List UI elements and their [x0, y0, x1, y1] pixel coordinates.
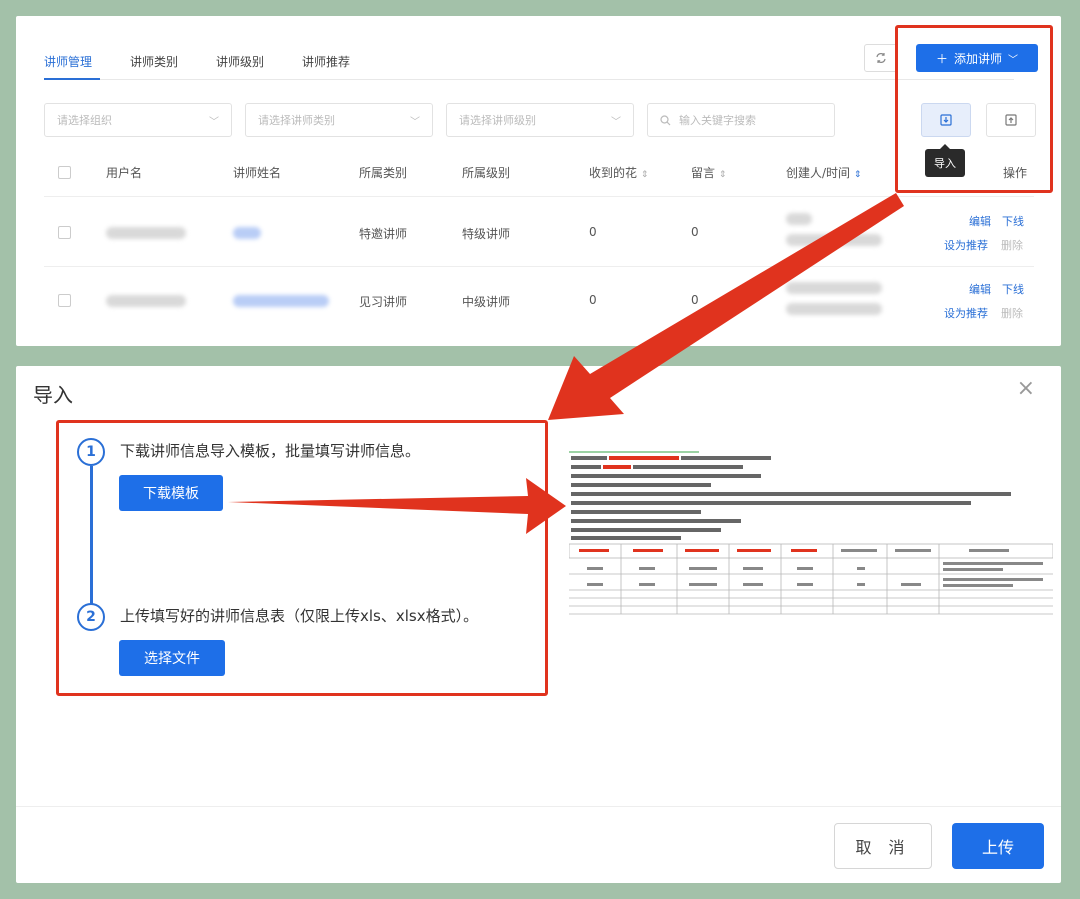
- upload-button[interactable]: 上传: [952, 823, 1044, 869]
- flowers-cell: 0: [589, 225, 597, 239]
- download-template-button[interactable]: 下载模板: [119, 475, 223, 511]
- search-input[interactable]: 输入关键字搜索: [647, 103, 835, 137]
- lecturer-name-link[interactable]: [233, 227, 261, 239]
- level-cell: 中级讲师: [462, 295, 511, 309]
- tab-lecturer-category[interactable]: 讲师类别: [130, 53, 178, 78]
- time-redacted: [786, 234, 882, 246]
- tab-active-indicator: [44, 78, 100, 80]
- chevron-down-icon: ﹀: [209, 116, 219, 128]
- sort-icon: ⇕: [853, 170, 862, 180]
- step-2-badge: 2: [77, 603, 105, 631]
- messages-cell: 0: [691, 293, 699, 307]
- offline-link[interactable]: 下线: [1002, 213, 1024, 229]
- set-recommend-link[interactable]: 设为推荐: [944, 237, 988, 253]
- search-icon: [660, 114, 671, 125]
- header-creator-time[interactable]: 创建人/时间 ⇕: [786, 164, 861, 181]
- tab-bar: 讲师管理 讲师类别 讲师级别 讲师推荐: [44, 53, 388, 78]
- set-recommend-link[interactable]: 设为推荐: [944, 305, 988, 321]
- header-username: 用户名: [106, 166, 143, 180]
- header-messages[interactable]: 留言 ⇕: [691, 164, 726, 181]
- select-all-checkbox[interactable]: [58, 166, 71, 179]
- sort-icon: ⇕: [640, 170, 649, 180]
- flowers-cell: 0: [589, 293, 597, 307]
- step-1-badge: 1: [77, 438, 105, 466]
- step-connector: [90, 466, 93, 604]
- category-cell: 见习讲师: [359, 295, 408, 309]
- lecturer-name-link[interactable]: [233, 295, 329, 307]
- creator-redacted: [786, 213, 812, 225]
- org-select-placeholder: 请选择组织: [57, 114, 112, 127]
- category-select-placeholder: 请选择讲师类别: [258, 114, 335, 127]
- level-select-placeholder: 请选择讲师级别: [459, 114, 536, 127]
- edit-link[interactable]: 编辑: [969, 213, 991, 229]
- header-flowers[interactable]: 收到的花 ⇕: [589, 164, 648, 181]
- username-redacted: [106, 295, 186, 307]
- tab-lecturer-recommend[interactable]: 讲师推荐: [302, 53, 350, 78]
- tab-divider: [44, 79, 1014, 80]
- edit-link[interactable]: 编辑: [969, 281, 991, 297]
- creator-redacted: [786, 282, 882, 294]
- tab-lecturer-level[interactable]: 讲师级别: [216, 53, 264, 78]
- dialog-footer-divider: [16, 806, 1061, 807]
- toolbar-highlight-box: [895, 25, 1053, 193]
- row-divider: [44, 196, 1034, 197]
- row-divider: [44, 266, 1034, 267]
- step-2-text: 上传填写好的讲师信息表（仅限上传xls、xlsx格式）。: [120, 607, 479, 625]
- header-level: 所属级别: [462, 166, 511, 180]
- row-checkbox[interactable]: [58, 226, 71, 239]
- header-messages-label: 留言: [691, 166, 716, 180]
- level-cell: 特级讲师: [462, 227, 511, 241]
- header-creator-label: 创建人/时间: [786, 166, 851, 180]
- step-1-text: 下载讲师信息导入模板，批量填写讲师信息。: [120, 442, 421, 460]
- tab-lecturer-management[interactable]: 讲师管理: [44, 53, 92, 78]
- header-lecturer-name: 讲师姓名: [233, 166, 282, 180]
- search-placeholder: 输入关键字搜索: [679, 114, 756, 127]
- category-cell: 特邀讲师: [359, 227, 408, 241]
- close-icon[interactable]: ×: [1017, 376, 1035, 401]
- header-flowers-label: 收到的花: [589, 166, 638, 180]
- username-redacted: [106, 227, 186, 239]
- offline-link[interactable]: 下线: [1002, 281, 1024, 297]
- choose-file-button[interactable]: 选择文件: [119, 640, 225, 676]
- category-select[interactable]: 请选择讲师类别 ﹀: [245, 103, 433, 137]
- sort-icon: ⇕: [718, 170, 727, 180]
- dialog-title: 导入: [33, 383, 73, 407]
- refresh-icon: [876, 53, 886, 63]
- cancel-button[interactable]: 取 消: [834, 823, 932, 869]
- delete-link[interactable]: 删除: [1001, 305, 1023, 321]
- template-preview-image: [569, 450, 1053, 626]
- org-select[interactable]: 请选择组织 ﹀: [44, 103, 232, 137]
- header-category: 所属类别: [359, 166, 408, 180]
- chevron-down-icon: ﹀: [410, 116, 420, 128]
- level-select[interactable]: 请选择讲师级别 ﹀: [446, 103, 634, 137]
- import-dialog: 导入 × 1 下载讲师信息导入模板，批量填写讲师信息。 下载模板 2 上传填写好…: [16, 366, 1061, 883]
- delete-link[interactable]: 删除: [1001, 237, 1023, 253]
- time-redacted: [786, 303, 882, 315]
- refresh-button[interactable]: [864, 44, 898, 72]
- row-checkbox[interactable]: [58, 294, 71, 307]
- chevron-down-icon: ﹀: [611, 116, 621, 128]
- messages-cell: 0: [691, 225, 699, 239]
